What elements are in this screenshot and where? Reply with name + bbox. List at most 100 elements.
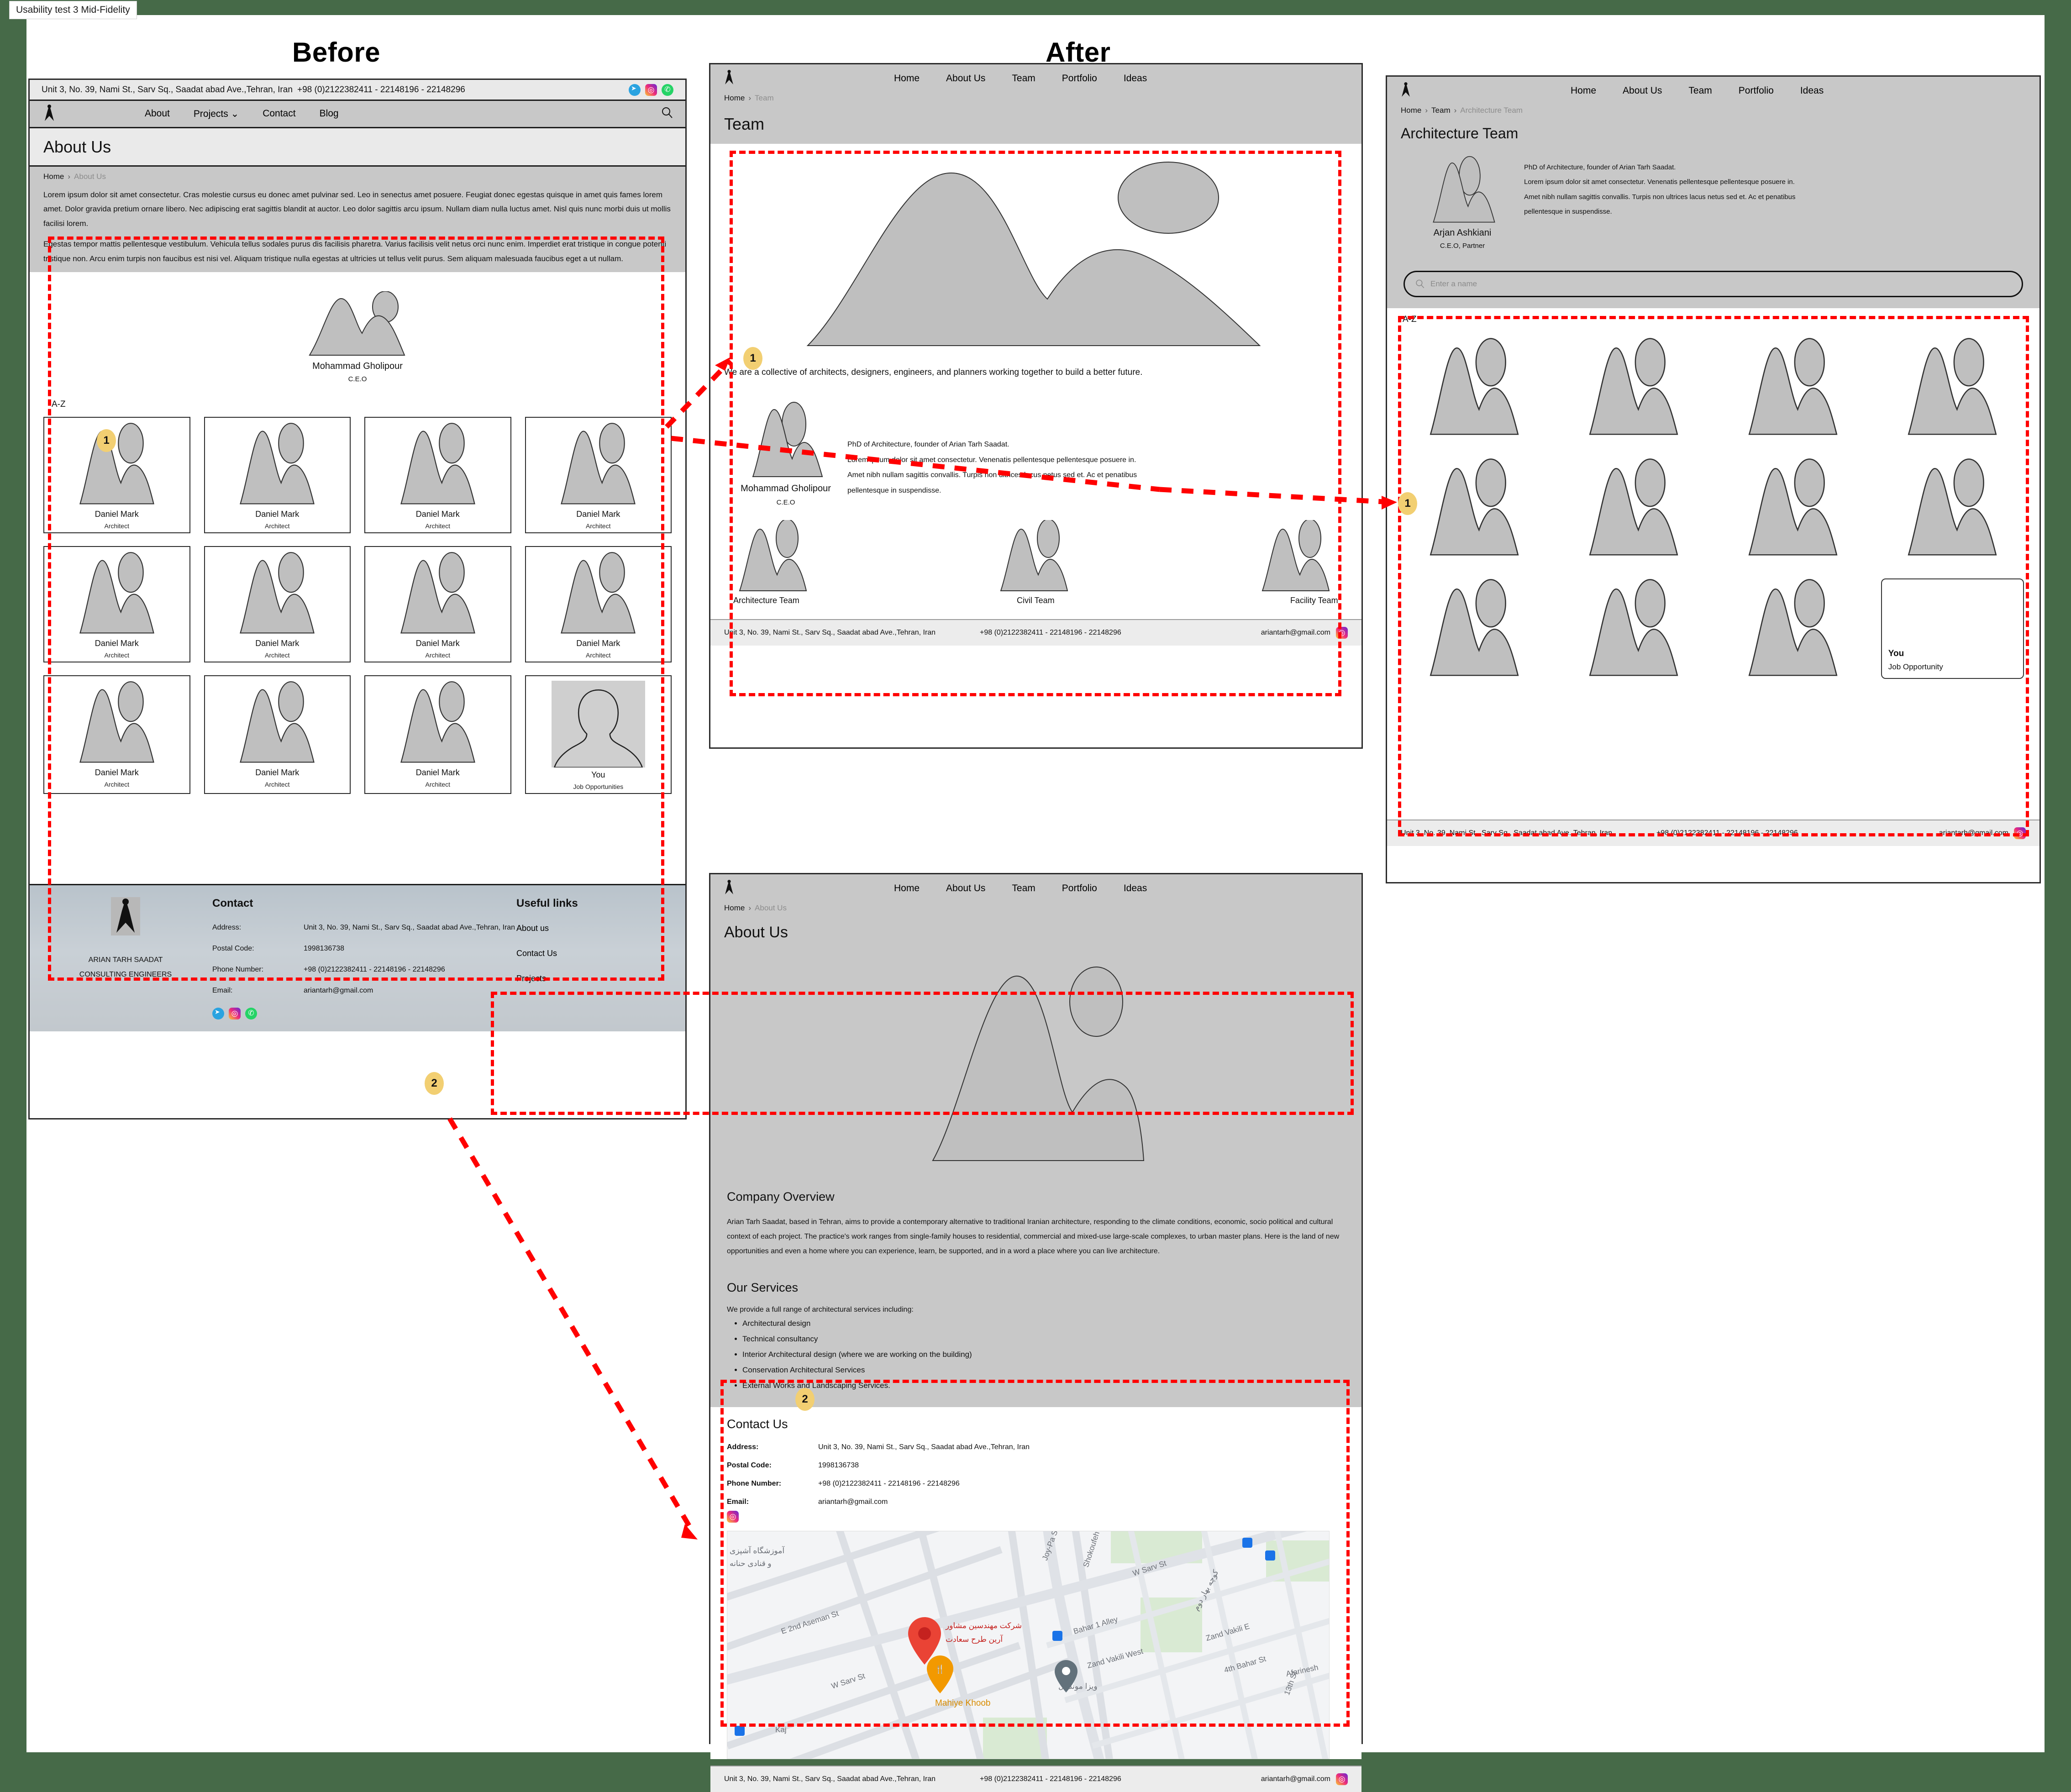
- name-search-field[interactable]: Enter a name: [1403, 271, 2023, 297]
- az-label[interactable]: A-Z: [52, 399, 672, 410]
- breadcrumb-home[interactable]: Home: [1401, 106, 1421, 115]
- person-card[interactable]: [1562, 337, 1705, 438]
- nav-item-team[interactable]: Team: [1012, 73, 1035, 84]
- utility-phone: +98 (0)2122382411 - 22148196 - 22148296: [297, 84, 465, 95]
- breadcrumb-team[interactable]: Team: [1431, 106, 1451, 115]
- nav-item-about-us[interactable]: About Us: [946, 73, 985, 84]
- ceo-bio-line-1: PhD of Architecture, founder of Arian Ta…: [847, 441, 1009, 448]
- location-map[interactable]: Joy-Pa St Shokoufeh St W Sarv St E 2nd A…: [727, 1531, 1330, 1759]
- person-card[interactable]: Daniel Mark Architect: [204, 417, 351, 534]
- nav-item-portfolio[interactable]: Portfolio: [1062, 883, 1097, 894]
- nav-item-ideas[interactable]: Ideas: [1124, 73, 1147, 84]
- person-card[interactable]: Daniel Mark Architect: [364, 546, 511, 663]
- nav-item-ideas[interactable]: Ideas: [1800, 85, 1824, 96]
- person-card[interactable]: [1722, 578, 1865, 679]
- nav-item-projects[interactable]: Projects ⌄: [194, 108, 239, 120]
- brand-logo-icon[interactable]: [1399, 81, 1420, 101]
- nav-item-portfolio[interactable]: Portfolio: [1739, 85, 1774, 96]
- instagram-icon[interactable]: [2014, 827, 2026, 839]
- instagram-icon[interactable]: [229, 1008, 241, 1020]
- person-card[interactable]: Daniel Mark Architect: [204, 675, 351, 794]
- instagram-icon[interactable]: [645, 84, 657, 96]
- person-card[interactable]: [1403, 578, 1545, 679]
- person-card[interactable]: You Job Opportunities: [525, 675, 672, 794]
- lead-bio-line-2: Lorem ipsum dolor sit amet consectetur. …: [1524, 178, 1795, 186]
- person-card[interactable]: [1562, 578, 1705, 679]
- instagram-icon[interactable]: [727, 1511, 739, 1523]
- footer-link-contact[interactable]: Contact Us: [516, 949, 667, 958]
- brand-logo-icon[interactable]: [42, 104, 63, 125]
- person-card[interactable]: [1403, 337, 1545, 438]
- footer-socials[interactable]: [212, 1008, 516, 1020]
- person-card[interactable]: Daniel Mark Architect: [43, 417, 190, 534]
- nav-item-home[interactable]: Home: [894, 73, 920, 84]
- person-card[interactable]: Daniel Mark Architect: [43, 546, 190, 663]
- about-us-page: Home About Us Team Portfolio Ideas Home › Abou…: [709, 873, 1363, 1792]
- telegram-icon[interactable]: [212, 1008, 224, 1020]
- nav-item-contact[interactable]: Contact: [263, 108, 295, 120]
- social-links[interactable]: [629, 84, 673, 96]
- person-card[interactable]: [1562, 458, 1705, 558]
- person-card[interactable]: Daniel Mark Architect: [525, 546, 672, 663]
- team-category-architecture[interactable]: Architecture Team: [733, 520, 935, 605]
- whatsapp-icon[interactable]: [662, 84, 673, 96]
- brand-logo-icon[interactable]: [722, 878, 743, 899]
- annotation-bullet-2-about: 2: [795, 1388, 815, 1411]
- nav-item-team[interactable]: Team: [1012, 883, 1035, 894]
- before-nav-menu[interactable]: About Projects ⌄ Contact Blog: [145, 108, 339, 120]
- breadcrumb-home[interactable]: Home: [43, 172, 64, 181]
- nav-item-ideas[interactable]: Ideas: [1124, 883, 1147, 894]
- person-card[interactable]: [1722, 458, 1865, 558]
- after-nav-menu[interactable]: Home About Us Team Portfolio Ideas: [1571, 85, 1824, 96]
- file-tab[interactable]: Usability test 3 Mid-Fidelity: [9, 1, 137, 19]
- service-item: Architectural design: [742, 1316, 1345, 1331]
- person-card[interactable]: [1881, 337, 2024, 438]
- after-nav-menu[interactable]: Home About Us Team Portfolio Ideas: [894, 883, 1147, 894]
- whatsapp-icon[interactable]: [245, 1008, 257, 1020]
- footer-link-about[interactable]: About us: [516, 924, 667, 933]
- team-category-civil[interactable]: Civil Team: [935, 520, 1137, 605]
- person-card[interactable]: Daniel Mark Architect: [525, 417, 672, 534]
- footer-email-value[interactable]: ariantarh@gmail.com: [304, 987, 373, 995]
- person-card[interactable]: Daniel Mark Architect: [364, 417, 511, 534]
- nav-item-blog[interactable]: Blog: [320, 108, 339, 120]
- nav-item-about-us[interactable]: About Us: [946, 883, 985, 894]
- instagram-icon[interactable]: [1336, 627, 1348, 639]
- person-card[interactable]: Daniel Mark Architect: [364, 675, 511, 794]
- footer-email[interactable]: ariantarh@gmail.com: [1261, 1775, 1330, 1783]
- job-card-subtitle: Job Opportunity: [1888, 662, 1943, 671]
- contact-email-value[interactable]: ariantarh@gmail.com: [818, 1498, 888, 1506]
- az-label[interactable]: A-Z: [1403, 315, 2024, 325]
- nav-item-home[interactable]: Home: [894, 883, 920, 894]
- person-card[interactable]: Daniel Mark Architect: [43, 675, 190, 794]
- person-card[interactable]: [1403, 458, 1545, 558]
- brand-logo-icon[interactable]: [722, 68, 743, 89]
- footer-link-projects[interactable]: Projects: [516, 974, 667, 983]
- instagram-icon[interactable]: [1336, 1773, 1348, 1785]
- ceo-bio-line-3: Amet nibh nullam sagittis convallis. Tur…: [847, 471, 1137, 479]
- annotation-bullet-2-before: 2: [425, 1072, 444, 1095]
- nav-item-portfolio[interactable]: Portfolio: [1062, 73, 1097, 84]
- search-icon[interactable]: [661, 106, 673, 122]
- breadcrumb[interactable]: Home › About Us: [710, 903, 1361, 913]
- nav-item-about-us[interactable]: About Us: [1623, 85, 1662, 96]
- breadcrumb[interactable]: Home › Team: [710, 93, 1361, 103]
- person-card[interactable]: [1881, 458, 2024, 558]
- nav-item-about[interactable]: About: [145, 108, 170, 120]
- team-category-label: Civil Team: [1016, 596, 1055, 605]
- footer-email[interactable]: ariantarh@gmail.com: [1939, 829, 2008, 837]
- service-item: Interior Architectural design (where we …: [742, 1347, 1345, 1362]
- person-card[interactable]: [1722, 337, 1865, 438]
- nav-item-home[interactable]: Home: [1571, 85, 1596, 96]
- telegram-icon[interactable]: [629, 84, 641, 96]
- team-category-facility[interactable]: Facility Team: [1136, 520, 1338, 605]
- footer-email[interactable]: ariantarh@gmail.com: [1261, 629, 1330, 637]
- breadcrumb[interactable]: Home › About Us: [30, 167, 685, 181]
- breadcrumb-home[interactable]: Home: [724, 904, 745, 912]
- nav-item-team[interactable]: Team: [1688, 85, 1712, 96]
- breadcrumb-home[interactable]: Home: [724, 94, 745, 102]
- person-card[interactable]: Daniel Mark Architect: [204, 546, 351, 663]
- breadcrumb[interactable]: Home › Team › Architecture Team: [1387, 105, 2039, 115]
- job-opportunity-card[interactable]: You Job Opportunity: [1881, 578, 2024, 679]
- after-nav-menu[interactable]: Home About Us Team Portfolio Ideas: [894, 73, 1147, 84]
